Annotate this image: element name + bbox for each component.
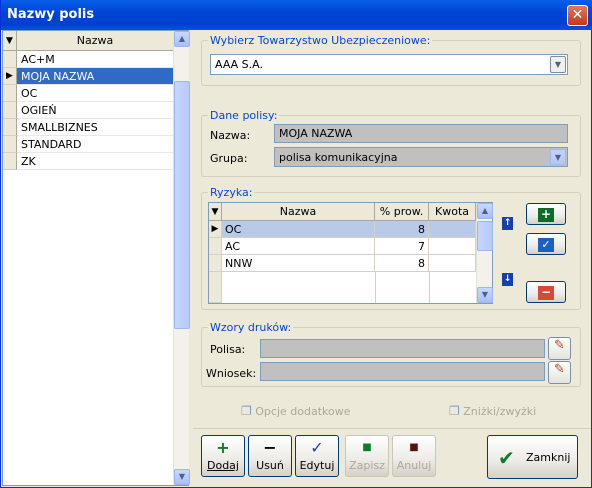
risk-name-cell[interactable]: AC [222,238,375,255]
edit-document-icon[interactable]: ✎ [548,361,571,384]
edit-document-icon[interactable]: ✎ [548,337,571,360]
insurer-select-value: AAA S.A. [215,58,263,71]
move-down-icon[interactable]: ↓ [502,273,513,286]
policy-name-label: Nazwa: [210,129,251,142]
check-icon: ✔ [498,446,515,470]
policy-group-value: polisa komunikacyjna [279,151,398,164]
grid-header: ▼ Nazwa [3,31,173,51]
list-item[interactable]: SMALLBIZNES [3,119,173,136]
cancel-icon: ■ [409,442,419,453]
minus-icon: − [538,286,554,300]
scroll-down-icon[interactable]: ▼ [174,469,190,485]
confirm-risk-button[interactable]: ✓ [526,233,566,255]
scroll-thumb[interactable] [174,81,190,329]
risk-percent-cell[interactable]: 8 [375,221,429,238]
risk-amount-cell[interactable] [429,238,476,255]
remove-risk-button[interactable]: − [526,281,566,303]
header-menu-icon[interactable]: ▼ [3,31,17,51]
list-item[interactable]: OGIEŃ [3,102,173,119]
close-icon[interactable]: ✕ [567,5,588,26]
risk-amount-cell[interactable] [429,221,476,238]
risks-group-label: Ryzyka: [208,186,255,199]
row-pointer-icon: ▶ [3,68,17,85]
list-item[interactable]: ZK [3,153,173,170]
prints-group-label: Wzory druków: [208,321,294,334]
risk-percent-cell[interactable]: 8 [375,255,429,272]
cancel-button[interactable]: ■ Anuluj [392,435,436,477]
risk-name-cell[interactable]: OC [222,221,375,238]
risk-amount-cell[interactable] [429,255,476,272]
discounts-icon: ❐ [449,404,460,418]
title-bar: Nazwy polis ✕ [1,0,592,30]
save-icon: ■ [362,442,372,453]
list-item-selected[interactable]: ▶ MOJA NAZWA [3,68,173,85]
check-icon: ✓ [538,238,554,252]
add-risk-button[interactable]: + [526,203,566,225]
print-policy-label: Polisa: [210,343,246,356]
risk-name-cell[interactable]: NNW [222,255,375,272]
chevron-down-icon[interactable]: ▼ [550,149,566,165]
options-icon: ❐ [241,404,252,418]
move-up-icon[interactable]: ↑ [502,217,513,230]
minus-icon: − [263,438,277,457]
risks-col-amount[interactable]: Kwota [429,203,476,221]
insurer-select[interactable]: AAA S.A. ▼ [210,54,568,75]
risk-percent-cell[interactable]: 7 [375,238,429,255]
edit-button[interactable]: ✓ Edytuj [295,435,339,477]
list-item[interactable]: STANDARD [3,136,173,153]
print-policy-field[interactable] [260,339,545,358]
plus-icon: + [216,438,230,457]
policy-names-grid[interactable]: ▼ Nazwa AC+M ▶ MOJA NAZWA OC OGIEŃ SMALLB… [2,30,190,486]
print-request-label: Wniosek: [206,367,257,380]
policy-group-label: Grupa: [210,152,248,165]
risks-scrollbar[interactable]: ▲ ▼ [476,203,493,303]
risks-grid[interactable]: ▼ Nazwa % prow. Kwota ▶ OC 8 AC 7 NNW 8 … [208,202,493,304]
risks-col-name[interactable]: Nazwa [222,203,375,221]
delete-button[interactable]: − Usuń [248,435,292,477]
row-pointer-icon: ▶ [209,221,222,238]
left-grid-scrollbar[interactable]: ▲ ▼ [173,31,190,485]
column-header-name[interactable]: Nazwa [17,31,173,51]
policy-group-select[interactable]: polisa komunikacyjna ▼ [274,147,568,167]
save-button[interactable]: ■ Zapisz [345,435,389,477]
close-button[interactable]: ✔ Zamknij [487,435,578,479]
policy-name-field[interactable]: MOJA NAZWA [274,124,568,143]
scroll-up-icon[interactable]: ▲ [477,203,493,219]
print-request-field[interactable] [260,362,545,381]
window-title: Nazwy polis [7,7,95,22]
scroll-up-icon[interactable]: ▲ [174,31,190,47]
header-menu-icon[interactable]: ▼ [209,203,222,221]
scroll-thumb[interactable] [477,221,493,251]
list-item[interactable]: AC+M [3,51,173,68]
plus-icon: + [538,208,554,222]
dialog-window: Nazwy polis ✕ ▼ Nazwa AC+M ▶ MOJA NAZWA O… [0,0,592,488]
check-icon: ✓ [310,438,324,457]
list-item[interactable]: OC [3,85,173,102]
insurer-group-label: Wybierz Towarzystwo Ubezpieczeniowe: [208,34,433,47]
policy-data-label: Dane polisy: [208,109,280,122]
scroll-down-icon[interactable]: ▼ [477,287,493,303]
risks-col-percent[interactable]: % prow. [375,203,429,221]
add-button[interactable]: + Dodaj [201,435,245,477]
chevron-down-icon[interactable]: ▼ [550,56,566,73]
extra-options-button[interactable]: ❐ Opcje dodatkowe [241,404,351,418]
discounts-button[interactable]: ❐ Zniżki/zwyżki [449,404,536,418]
